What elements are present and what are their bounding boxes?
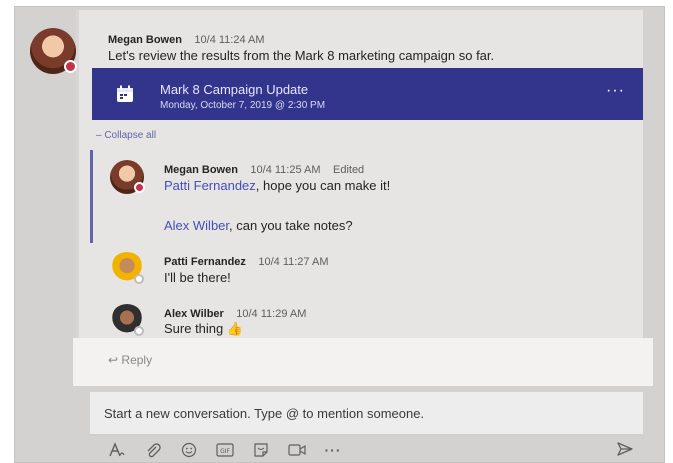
message-body: Patti Fernandez, hope you can make it! [164,178,390,193]
reply-header: Alex Wilber 10/4 11:29 AM [164,304,306,322]
format-icon[interactable] [106,441,128,459]
thumbs-up-icon: 👍 [226,321,244,336]
send-icon[interactable] [614,440,636,458]
meeting-card[interactable]: Mark 8 Campaign Update Monday, October 7… [92,68,643,120]
attach-icon[interactable] [142,441,164,459]
message-body: Alex Wilber, can you take notes? [164,218,353,233]
presence-away-icon [134,326,144,336]
gif-label: GIF [220,448,230,455]
presence-busy-icon [64,60,77,73]
message-body: I'll be there! [164,270,231,285]
compose-toolbar: GIF ··· [106,440,358,460]
message-timestamp: 10/4 11:27 AM [258,256,329,268]
message-timestamp: 10/4 11:24 AM [194,34,265,46]
message-text: Sure thing [164,321,224,336]
meeting-date: Monday, October 7, 2019 @ 2:30 PM [160,100,326,111]
reply-highlight [73,338,653,386]
message-author: Alex Wilber [164,308,224,320]
message-author: Patti Fernandez [164,256,246,268]
reply-label: Reply [121,353,153,367]
collapse-all-link[interactable]: – Collapse all [96,130,156,141]
edited-label: Edited [332,164,365,176]
sticker-icon[interactable] [250,441,272,459]
compose-box[interactable]: Start a new conversation. Type @ to ment… [90,392,643,436]
message-body: Let's review the results from the Mark 8… [108,48,495,63]
message-author: Megan Bowen [164,164,238,176]
presence-away-icon [134,274,144,284]
thread-accent-bar [76,10,79,340]
presence-busy-icon [134,182,145,193]
message-timestamp: 10/4 11:29 AM [236,308,307,320]
message-body: Sure thing 👍 [164,321,243,337]
message-author: Megan Bowen [108,34,182,46]
meet-now-icon[interactable] [286,441,308,459]
reply-header: Megan Bowen 10/4 11:25 AM Edited [164,160,364,178]
more-options-icon[interactable]: ··· [606,82,625,100]
message-text: , can you take notes? [229,218,353,233]
reply-icon: ↩ [108,353,119,367]
emoji-icon[interactable] [178,441,200,459]
calendar-icon [117,85,133,102]
mention-patti-fernandez[interactable]: Patti Fernandez [164,178,256,193]
meeting-title: Mark 8 Campaign Update [160,82,309,97]
message-text: , hope you can make it! [255,178,391,193]
root-message-header: Megan Bowen 10/4 11:24 AM [108,30,265,48]
more-options-icon[interactable]: ··· [322,441,344,459]
reply-accent-bar [90,150,93,243]
compose-placeholder: Start a new conversation. Type @ to ment… [104,406,425,421]
mention-alex-wilber[interactable]: Alex Wilber [164,218,229,233]
gif-icon[interactable]: GIF [214,441,236,459]
reply-header: Patti Fernandez 10/4 11:27 AM [164,252,328,270]
reply-button[interactable]: ↩ Reply [108,353,152,367]
message-timestamp: 10/4 11:25 AM [250,164,321,176]
